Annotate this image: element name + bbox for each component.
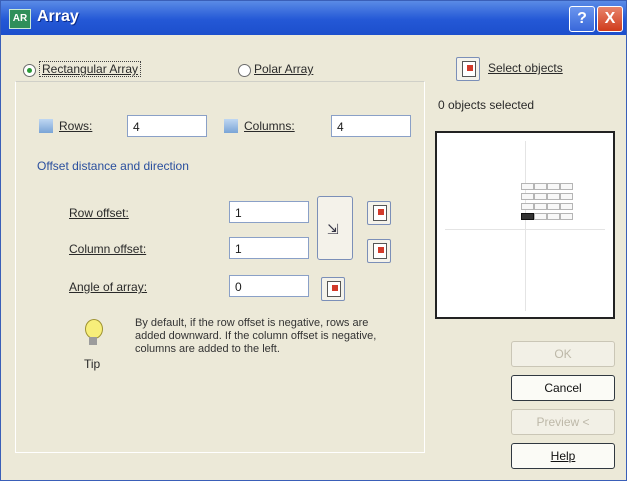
offset-group-label: Offset distance and direction	[37, 159, 193, 173]
rectangular-array-radio[interactable]	[23, 64, 36, 77]
polar-array-radio[interactable]	[238, 64, 251, 77]
pick-row-offset-button[interactable]	[367, 201, 391, 225]
close-button[interactable]: X	[597, 6, 623, 32]
row-offset-input[interactable]: 1	[229, 201, 309, 223]
array-dialog: AR Array ? X Rectangular Array Polar Arr…	[0, 0, 627, 481]
help-title-button[interactable]: ?	[569, 6, 595, 32]
cancel-button[interactable]: Cancel	[511, 375, 615, 401]
angle-of-array-input[interactable]: 0	[229, 275, 309, 297]
title-bar[interactable]: AR Array ? X	[1, 1, 626, 35]
polar-array-label[interactable]: Polar Array	[254, 62, 313, 76]
row-offset-label: Row offset:	[69, 206, 129, 220]
ok-button[interactable]: OK	[511, 341, 615, 367]
tip-label: Tip	[84, 357, 101, 371]
help-button[interactable]: Help	[511, 443, 615, 469]
pick-both-offsets-icon: ⇲	[327, 221, 339, 237]
select-objects-label[interactable]: Select objects	[488, 61, 563, 75]
tip-text: By default, if the row offset is negativ…	[135, 317, 377, 355]
array-preview	[435, 131, 615, 319]
offset-group	[15, 81, 425, 453]
pick-angle-button[interactable]	[321, 277, 345, 301]
column-offset-input[interactable]: 1	[229, 237, 309, 259]
pick-column-offset-button[interactable]	[367, 239, 391, 263]
array-app-icon: AR	[9, 9, 31, 29]
tip-bulb-icon	[83, 319, 103, 347]
select-objects-button[interactable]	[456, 57, 480, 81]
column-offset-label: Column offset:	[69, 242, 147, 256]
selection-status: 0 objects selected	[438, 98, 535, 112]
rectangular-array-label[interactable]: Rectangular Array	[39, 61, 142, 77]
preview-button[interactable]: Preview <	[511, 409, 615, 435]
window-title: Array	[37, 8, 79, 25]
pick-both-offsets-button[interactable]: ⇲	[317, 196, 353, 260]
angle-of-array-label: Angle of array:	[69, 280, 148, 294]
